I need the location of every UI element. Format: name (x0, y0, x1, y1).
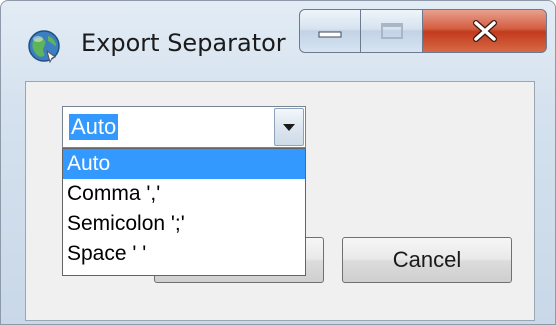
caption-buttons (299, 9, 547, 55)
combobox-dropdown-button[interactable] (274, 108, 304, 146)
separator-combobox[interactable]: Auto (62, 106, 306, 148)
maximize-icon (380, 23, 403, 39)
maximize-button[interactable] (361, 9, 423, 53)
minimize-button[interactable] (299, 9, 361, 53)
window-title: Export Separator (81, 29, 286, 57)
close-button[interactable] (423, 9, 547, 53)
globe-icon (28, 30, 60, 64)
combobox-selected-value[interactable]: Auto (69, 114, 119, 140)
dropdown-option-comma[interactable]: Comma ',' (63, 179, 305, 209)
cancel-button-label: Cancel (392, 247, 462, 272)
separator-dropdown-list: Auto Comma ',' Semicolon ';' Space ' ' (62, 148, 306, 276)
chevron-down-icon (283, 124, 295, 131)
dropdown-option-space[interactable]: Space ' ' (63, 239, 305, 269)
dropdown-option-auto[interactable]: Auto (63, 149, 305, 179)
cancel-button[interactable]: Cancel (342, 237, 512, 283)
dialog-client-area: Auto Auto Comma ',' Semicolon ';' Space … (25, 81, 535, 321)
dropdown-option-semicolon[interactable]: Semicolon ';' (63, 209, 305, 239)
close-icon (472, 20, 497, 42)
export-separator-dialog: Export Separator Auto Auto Comma ',' Sem… (0, 0, 556, 325)
title-bar[interactable]: Export Separator (1, 1, 555, 81)
minimize-icon (318, 31, 342, 38)
